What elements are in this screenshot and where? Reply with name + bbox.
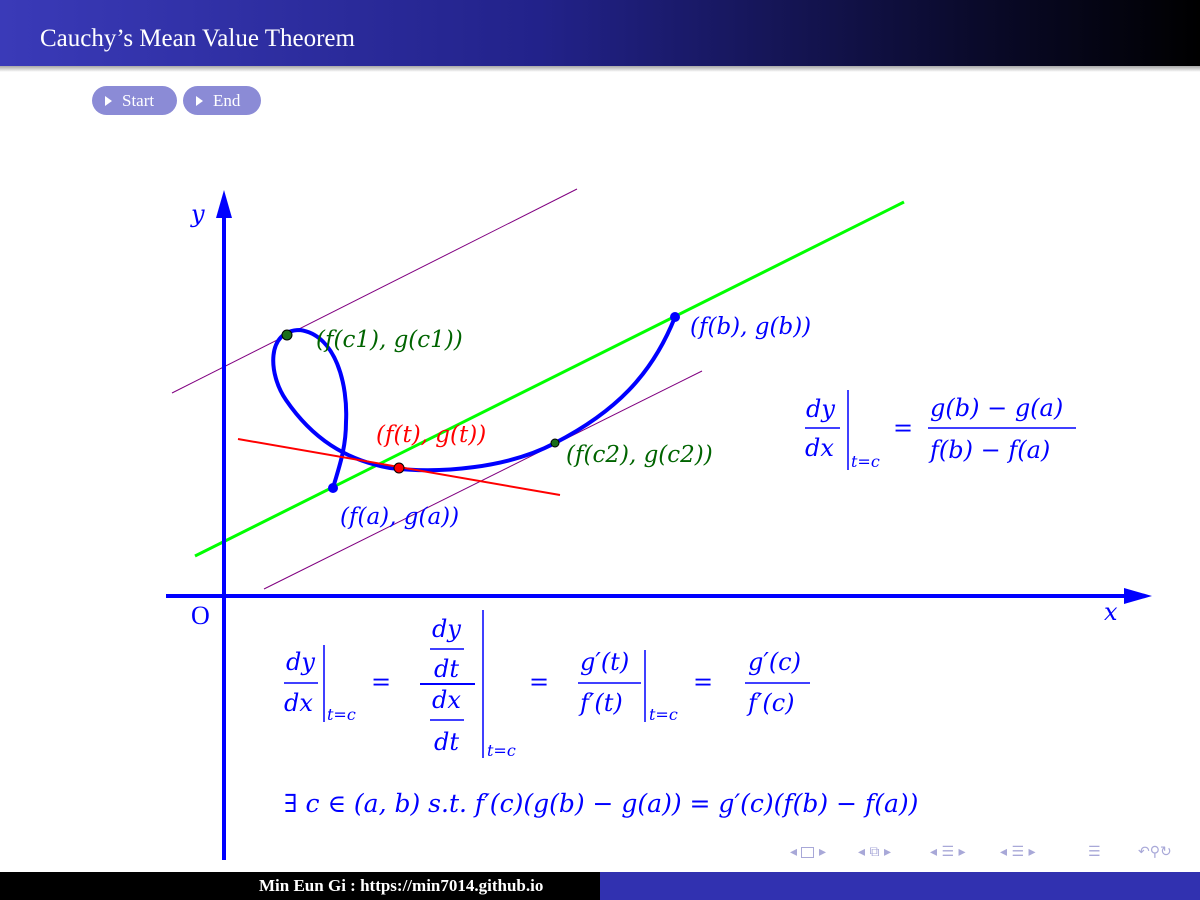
svg-text:g′(t): g′(t) [580,648,629,676]
label-fb-gb: (f(b), g(b)) [690,314,811,340]
nav-right-arrow-icon[interactable]: ▸ [884,844,891,860]
nav-left-arrow-icon[interactable]: ◂ [790,844,797,860]
nav-right-arrow-icon[interactable]: ▸ [959,844,966,860]
subsection-nav[interactable]: ◂ ☰ ▸ [930,844,966,866]
svg-text:=: = [693,668,713,696]
frame-icon[interactable]: ⧉ [869,844,879,860]
secant-slope-formula: dy dx t=c = g(b) − g(a) f(b) − f(a) [805,390,1076,471]
label-ft-gt: (f(t), g(t)) [376,422,486,448]
slide-nav[interactable]: ◂ ▸ [790,844,826,866]
svg-text:dx: dx [284,689,313,717]
section-nav[interactable]: ◂ ☰ ▸ [1000,844,1036,866]
label-fc2-gc2: (f(c2), g(c2)) [566,442,713,468]
x-axis-label: x [1104,598,1118,626]
svg-text:t=c: t=c [487,741,516,760]
nav-right-arrow-icon[interactable]: ▸ [819,844,826,860]
zoom-icon[interactable]: ↻ [1160,844,1172,860]
nav-left-arrow-icon[interactable]: ◂ [930,844,937,860]
nav-left-arrow-icon[interactable]: ◂ [858,844,865,860]
point-fb-gb [670,312,680,322]
conclusion-formula: ∃ c ∈ (a, b) s.t. f′(c)(g(b) − g(a)) = g… [284,789,918,818]
svg-text:=: = [529,668,549,696]
back-icon[interactable]: ↶ [1138,844,1150,860]
toc-nav[interactable]: ☰ [1088,844,1101,866]
nav-left-arrow-icon[interactable]: ◂ [1000,844,1007,860]
nav-right-arrow-icon[interactable]: ▸ [1029,844,1036,860]
svg-text:dy: dy [806,395,835,423]
svg-text:t=c: t=c [327,705,356,724]
slide-icon[interactable] [801,846,815,858]
svg-text:f′(t): f′(t) [578,689,623,717]
svg-text:dt: dt [434,728,459,756]
chain-rule-formula: dy dx t=c = dy dt dx dt t=c = g′(t) f′(t… [284,610,810,760]
svg-text:dt: dt [434,655,459,683]
svg-text:=: = [893,414,913,442]
footer-author: Min Eun Gi : https://min7014.github.io [259,876,544,895]
svg-text:g(b) − g(a): g(b) − g(a) [930,394,1063,422]
toc-icon[interactable]: ☰ [1088,844,1101,860]
section-icon[interactable]: ☰ [1011,844,1024,860]
lower-parallel-line [263,370,703,590]
search-icon[interactable]: ⚲ [1150,844,1160,860]
label-fc1-gc1: (f(c1), g(c1)) [316,327,463,353]
svg-text:dx: dx [805,434,834,462]
search-nav[interactable]: ↶⚲↻ [1138,844,1172,866]
y-axis-label: y [190,200,205,228]
svg-text:t=c: t=c [649,705,678,724]
subsection-icon[interactable]: ☰ [941,844,954,860]
label-fa-ga: (f(a), g(a)) [340,504,459,530]
svg-text:=: = [371,668,391,696]
svg-text:f(b) − f(a): f(b) − f(a) [928,436,1050,464]
svg-text:t=c: t=c [851,452,880,471]
svg-text:dy: dy [286,648,315,676]
y-axis-arrow-icon [216,190,232,218]
svg-text:dy: dy [432,615,461,643]
point-fc2-gc2 [550,438,560,448]
upper-parallel-line [171,188,578,394]
footer-right-bar [600,872,1200,900]
frame-nav[interactable]: ◂ ⧉ ▸ [858,844,891,866]
point-ft-gt [393,462,405,474]
point-fa-ga [328,483,338,493]
secant-line [194,200,905,558]
svg-text:dx: dx [432,686,461,714]
point-fc1-gc1 [281,329,293,341]
x-axis-arrow-icon [1124,588,1152,604]
svg-text:f′(c): f′(c) [746,689,795,717]
origin-label: O [191,601,210,630]
cauchy-figure: y x O (f(c1), g(c1)) (f(b), g(b)) (f(t),… [166,188,1152,860]
svg-text:g′(c): g′(c) [748,648,801,676]
